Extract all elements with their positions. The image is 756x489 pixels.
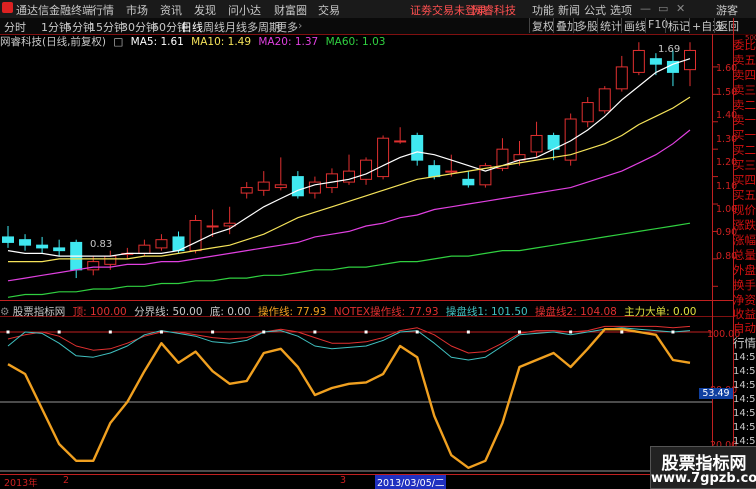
candle-up [240,187,253,194]
op-line [7,328,691,469]
rp-price: 现价 [733,203,756,217]
rp-time: 14:56 [733,366,756,377]
ind-item-notex: NOTEX操作线: 77.93 [333,306,439,318]
candle-down [428,165,441,178]
indicator-info-line: ⚙ 股票指标网 顶: 100.00 分界线: 50.00 底: 0.00 操作线… [0,304,700,318]
signal-marker [211,330,215,334]
signal-marker [569,330,573,334]
candle-down [53,247,66,252]
signal-marker [671,330,675,334]
rp-sell3: 卖三 [733,83,756,97]
signal-marker [262,330,266,334]
candle-up [632,49,645,73]
ind-item-bottom: 底: 0.00 [209,306,251,318]
rp-buy4: 买四 [733,173,756,187]
candle-down [19,239,32,246]
candle-up [530,134,543,153]
rp-tab-quote[interactable]: 行情 [733,335,756,351]
candle-up [377,137,390,178]
candle-up [325,173,338,189]
candle-up [206,225,219,228]
rp-change: 涨跌 [733,218,756,232]
ind-item-op: 操作线: 77.93 [257,306,327,318]
candle-up [138,244,151,254]
candle-up [394,140,407,143]
rp-time: 14:56 [733,408,756,419]
candle-down [2,236,14,243]
rp-sell4: 卖四 [733,68,756,82]
rp-outer: 外盘 [733,263,756,277]
ind-item-top: 顶: 100.00 [72,306,127,318]
candle-up [274,184,287,189]
rp-sell5: 卖五 [733,53,756,67]
signal-marker [313,330,317,334]
signal-marker [57,330,61,334]
chart-area[interactable] [0,0,756,487]
signal-marker [364,330,368,334]
high-annotation: 1.69 [658,44,681,55]
current-value-badge: 53.49 [699,388,733,399]
rp-time: 14:56 [733,422,756,433]
candle-down [411,134,424,161]
rp-sell2: 卖二 [733,98,756,112]
rp-time: 14:56 [733,394,756,405]
rp-pct: 涨幅 [733,233,756,247]
rp-buy1: 买一 [733,128,756,142]
rp-buy3: 买三 [733,158,756,172]
candle-up [189,219,202,252]
ind-item-cp2: 操盘线2: 104.08 [535,306,617,318]
candle-up [581,102,594,123]
watermark-logo: 股票指标网 www.7gpzb.com [650,446,756,489]
rp-time: 14:56 [733,352,756,363]
ind-item-cp1: 操盘线1: 101.50 [445,306,528,318]
rp-sell1: 卖一 [733,113,756,127]
candle-up [104,255,117,265]
candle-up [615,66,628,90]
rp-tab-auto[interactable]: 自动 [733,320,756,336]
signal-marker [415,330,419,334]
ind-item-main: 主力大单: 0.00 [624,306,697,318]
candle-up [598,88,611,112]
signal-marker [108,330,112,334]
rp-buy5: 买五 [733,188,756,202]
date-month-3: 3 [340,475,347,486]
candle-down [36,244,49,249]
signal-marker [518,330,521,334]
date-month-2: 2 [63,475,70,486]
signal-marker [466,330,470,334]
rp-weibi: 委比 [733,38,756,52]
watermark-url: www.7gpzb.com [651,471,756,486]
rp-volume: 总量 [733,248,756,262]
candle-up [257,181,270,191]
candle-up [360,159,373,180]
rp-turnover: 换手 [733,278,756,292]
candle-up [445,170,458,173]
candle-up [155,239,168,249]
low-annotation: 0.83 [90,239,113,250]
rp-buy2: 买二 [733,143,756,157]
ind-item-mid: 分界线: 50.00 [134,306,203,318]
signal-marker [159,330,163,334]
signal-marker [6,330,10,334]
signal-marker [620,330,624,334]
candle-down [291,176,304,197]
candle-up [87,261,100,271]
indicator-title: 股票指标网 [12,306,66,318]
settings-icon[interactable]: ⚙ [0,306,9,318]
rp-time: 14:56 [733,380,756,391]
candle-down [649,58,662,65]
candle-down [462,178,475,186]
